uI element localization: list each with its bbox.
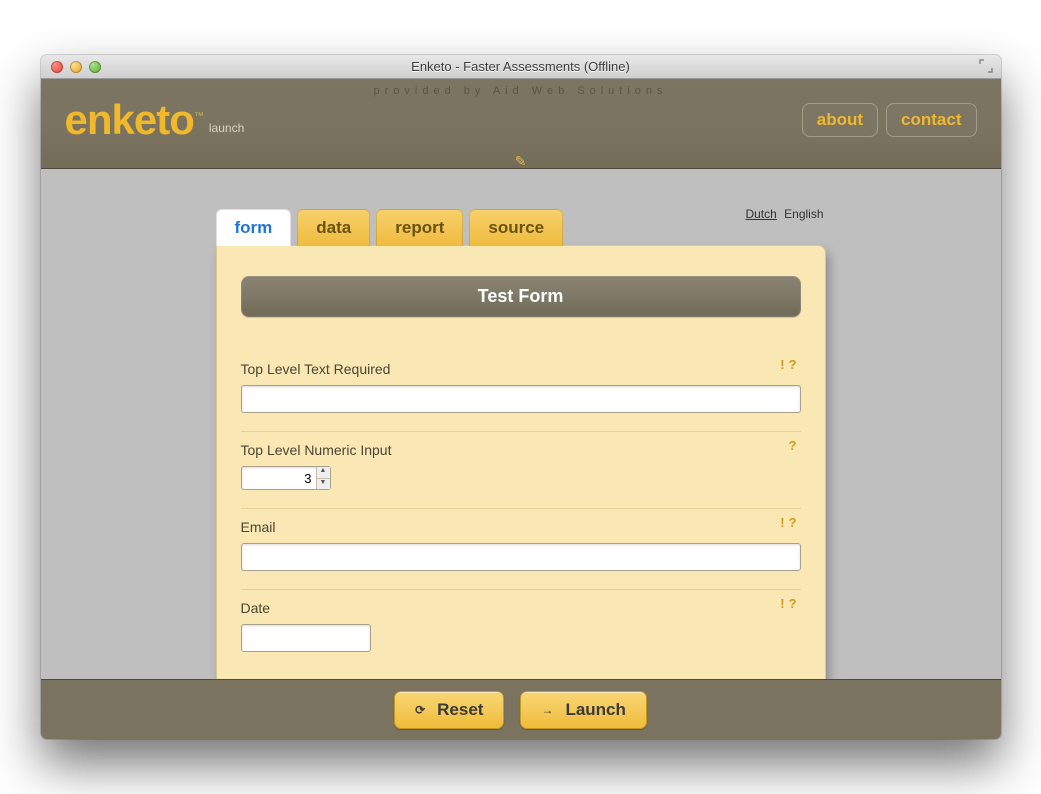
footer-bar: ⟳ Reset → Launch [41,679,1001,739]
zoom-window-button[interactable] [89,61,101,73]
field-label-date: Date [241,600,801,616]
titlebar: Enketo - Faster Assessments (Offline) [41,55,1001,79]
numeric-step-down[interactable]: ▼ [317,479,330,490]
pencil-icon[interactable]: ✎ [515,153,527,169]
tab-bar: form data report source [216,209,826,246]
tab-source[interactable]: source [469,209,563,246]
help-icon[interactable]: ? [789,438,801,453]
app-window: Enketo - Faster Assessments (Offline) pr… [41,55,1001,739]
window-title: Enketo - Faster Assessments (Offline) [41,59,1001,74]
contact-link[interactable]: contact [886,103,976,137]
required-icon: ! [780,596,788,611]
required-icon: ! [780,357,788,372]
minimize-window-button[interactable] [70,61,82,73]
tab-data[interactable]: data [297,209,370,246]
logo-text: enketo [65,96,194,143]
date-input[interactable] [241,624,371,652]
header-nav: about contact [802,103,977,141]
field-label-numeric: Top Level Numeric Input [241,442,801,458]
field-numeric: ? Top Level Numeric Input ▲ ▼ [241,432,801,509]
reset-label: Reset [437,700,483,720]
window-controls [41,61,101,73]
about-link[interactable]: about [802,103,878,137]
content-area: form data report source Dutch English Te… [41,169,1001,679]
form-panel: Test Form !? Top Level Text Required ? T… [216,245,826,679]
reset-icon: ⟳ [415,703,425,717]
text-required-input[interactable] [241,385,801,413]
field-label-email: Email [241,519,801,535]
help-icon[interactable]: ? [789,357,801,372]
reset-button[interactable]: ⟳ Reset [394,691,504,729]
tab-report[interactable]: report [376,209,463,246]
field-text-required: !? Top Level Text Required [241,351,801,432]
launch-icon: → [541,703,553,717]
required-icon: ! [780,515,788,530]
form-title: Test Form [241,276,801,317]
logo-tm: ™ [194,111,203,122]
help-icon[interactable]: ? [789,596,801,611]
launch-label: Launch [565,700,625,720]
launch-button[interactable]: → Launch [520,691,646,729]
field-label-text-required: Top Level Text Required [241,361,801,377]
field-date: !? Date [241,590,801,670]
field-email: !? Email [241,509,801,590]
logo: enketo™ [65,99,203,141]
tab-form[interactable]: form [216,209,292,246]
help-icon[interactable]: ? [789,515,801,530]
close-window-button[interactable] [51,61,63,73]
provided-by-text: provided by Aid Web Solutions [41,79,1001,97]
expand-icon[interactable] [979,59,993,73]
logo-subtext: launch [203,121,244,141]
app-header: provided by Aid Web Solutions enketo™ la… [41,79,1001,169]
numeric-step-up[interactable]: ▲ [317,467,330,479]
email-input[interactable] [241,543,801,571]
